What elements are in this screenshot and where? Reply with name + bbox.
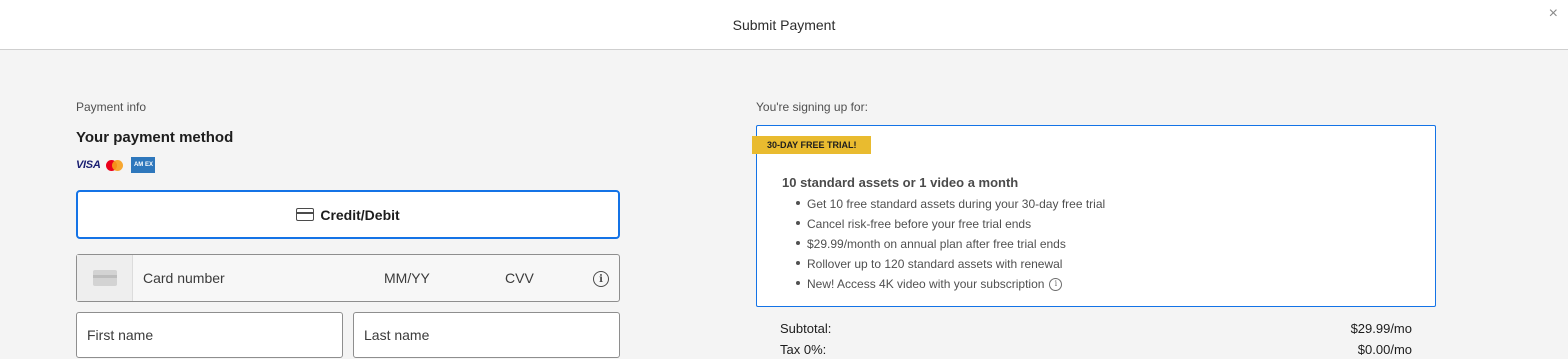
dialog-title: Submit Payment bbox=[732, 17, 836, 33]
list-item: Cancel risk-free before your free trial … bbox=[794, 214, 1105, 234]
cvv-info-icon[interactable]: i bbox=[593, 271, 609, 287]
last-name-field[interactable]: Last name bbox=[353, 312, 620, 358]
mastercard-logo-icon bbox=[106, 159, 124, 171]
tax-label: Tax 0%: bbox=[780, 342, 827, 357]
subtotal-label: Subtotal: bbox=[780, 321, 832, 336]
cvv-field[interactable]: CVV bbox=[505, 270, 534, 286]
expiry-field[interactable]: MM/YY bbox=[384, 270, 430, 286]
plan-features-list: Get 10 free standard assets during your … bbox=[794, 194, 1105, 294]
credit-debit-label: Credit/Debit bbox=[320, 206, 400, 223]
plan-heading: 10 standard assets or 1 video a month bbox=[782, 175, 1019, 190]
first-name-field[interactable]: First name bbox=[76, 312, 343, 358]
list-item: New! Access 4K video with your subscript… bbox=[794, 274, 1105, 294]
visa-logo-icon: VISA bbox=[76, 159, 101, 171]
payment-info-label: Payment info bbox=[76, 100, 147, 114]
list-item: Get 10 free standard assets during your … bbox=[794, 194, 1105, 214]
credit-debit-button[interactable]: Credit/Debit bbox=[76, 190, 620, 239]
list-item: Rollover up to 120 standard assets with … bbox=[794, 254, 1105, 274]
payment-method-title: Your payment method bbox=[76, 129, 234, 146]
amex-logo-icon: AM EX bbox=[131, 157, 156, 173]
free-trial-badge: 30-DAY FREE TRIAL! bbox=[752, 136, 871, 154]
card-number-field[interactable]: Card number bbox=[143, 270, 225, 286]
dialog-header: Submit Payment × bbox=[0, 0, 1568, 50]
subtotal-value: $29.99/mo bbox=[1350, 321, 1412, 336]
close-icon[interactable]: × bbox=[1549, 6, 1558, 22]
list-item: $29.99/month on annual plan after free t… bbox=[794, 234, 1105, 254]
card-details-field[interactable]: Card number MM/YY CVV i bbox=[76, 254, 620, 302]
tax-row: Tax 0%: $0.00/mo bbox=[780, 342, 1412, 357]
tax-value: $0.00/mo bbox=[1357, 342, 1412, 357]
signing-up-label: You're signing up for: bbox=[756, 100, 868, 114]
subtotal-row: Subtotal: $29.99/mo bbox=[780, 321, 1412, 336]
accepted-cards: VISA AM EX bbox=[76, 157, 156, 173]
info-icon[interactable]: i bbox=[1049, 277, 1063, 291]
card-placeholder-icon bbox=[77, 255, 133, 301]
credit-card-icon bbox=[296, 208, 315, 221]
